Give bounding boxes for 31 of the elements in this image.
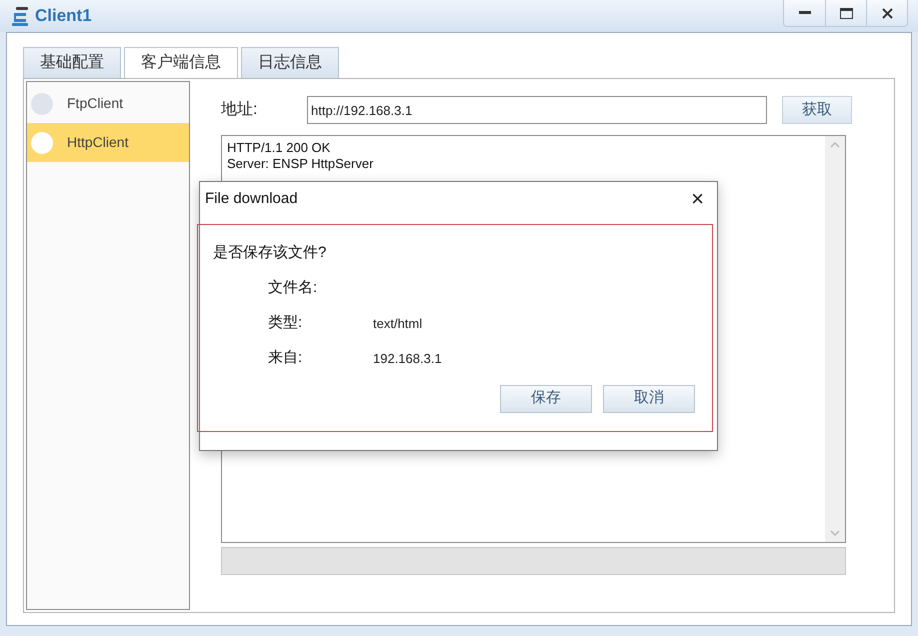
client-item[interactable]: FtpClient [27, 84, 189, 123]
tab[interactable]: 基础配置 [23, 47, 121, 78]
field-label: 类型: [268, 313, 304, 334]
address-label: 地址: [221, 100, 258, 120]
tab[interactable]: 日志信息 [241, 47, 339, 78]
scroll-up-icon [830, 142, 840, 148]
client-label: FtpClient [67, 94, 124, 113]
minimize-icon [798, 11, 810, 15]
dialog-title: File download [205, 188, 298, 209]
tab[interactable]: 客户端信息 [124, 47, 238, 78]
address-field[interactable]: http://192.168.3.1 [307, 96, 767, 124]
close-button[interactable]: × [691, 188, 704, 210]
field-label: 文件名: [268, 278, 318, 298]
status-circle-icon [31, 92, 53, 114]
response-line: Server: ENSP HttpServer [227, 156, 374, 172]
cancel-button[interactable]: 取消 [603, 384, 695, 412]
fetch-button[interactable]: 获取 [782, 96, 852, 124]
field-value: text/html [373, 314, 422, 333]
close-icon [882, 8, 892, 18]
dialog-question: 是否保存该文件? [213, 243, 328, 263]
field-label: 来自: [268, 348, 304, 368]
maximize-icon [840, 8, 852, 18]
scroll-down-icon [830, 530, 840, 536]
save-button[interactable]: 保存 [500, 384, 592, 412]
client-item[interactable]: HttpClient [27, 123, 189, 162]
scrollbar[interactable] [825, 136, 845, 542]
window-title: Client1 [35, 5, 92, 28]
response-line: HTTP/1.1 200 OK [227, 140, 332, 156]
client-label: HttpClient [67, 133, 128, 152]
field-value: 192.168.3.1 [373, 350, 442, 368]
status-circle-icon [31, 132, 53, 154]
